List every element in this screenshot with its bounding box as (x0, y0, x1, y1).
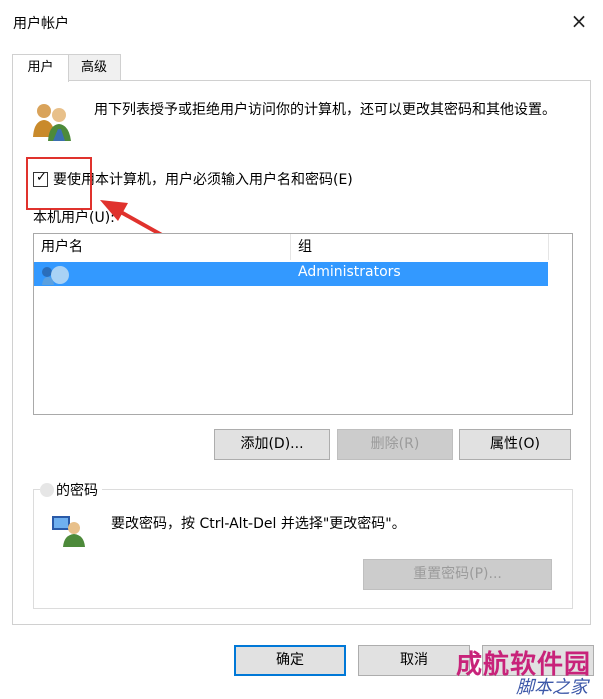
column-header-username[interactable]: 用户名 (41, 234, 83, 260)
window-title: 用户帐户 (13, 16, 69, 32)
password-groupbox (33, 489, 573, 609)
watermark-sub: 脚本之家 (516, 677, 588, 698)
close-icon[interactable]: × (569, 11, 589, 31)
tab-users[interactable]: 用户 (12, 54, 69, 82)
reset-password-button[interactable]: 重置密码(P)... (363, 559, 552, 590)
users-list-label: 本机用户(U): (33, 210, 115, 226)
user-avatar-icon (42, 266, 69, 285)
tab-advanced[interactable]: 高级 (67, 54, 121, 81)
users-icon (33, 104, 71, 141)
password-group-legend: 的密码 (40, 480, 102, 500)
cancel-button[interactable]: 取消 (358, 645, 470, 676)
blurred-username (40, 483, 54, 497)
require-password-label[interactable]: 要使用本计算机，用户必须输入用户名和密码(E) (53, 169, 353, 189)
password-user-icon (52, 516, 85, 547)
description-text: 用下列表授予或拒绝用户访问你的计算机，还可以更改其密码和其他设置。 (94, 102, 556, 118)
title-bar: 用户帐户 × (0, 0, 603, 44)
add-user-button[interactable]: 添加(D)... (214, 429, 330, 460)
password-group-title: 的密码 (56, 483, 98, 499)
delete-user-button[interactable]: 删除(R) (337, 429, 453, 460)
row-group: Administrators (298, 264, 401, 280)
properties-button[interactable]: 属性(O) (459, 429, 571, 460)
watermark: 成航软件园 脚本之家 (456, 640, 603, 698)
password-instruction-text: 要改密码，按 Ctrl-Alt-Del 并选择"更改密码"。 (111, 516, 406, 532)
column-header-group[interactable]: 组 (298, 234, 312, 260)
highlight-box (26, 157, 92, 210)
ok-button[interactable]: 确定 (234, 645, 346, 676)
column-divider[interactable] (290, 234, 291, 260)
column-divider[interactable] (548, 234, 549, 260)
users-listview[interactable]: 用户名 组 Administrators (33, 233, 573, 415)
table-row[interactable]: Administrators (34, 262, 548, 286)
